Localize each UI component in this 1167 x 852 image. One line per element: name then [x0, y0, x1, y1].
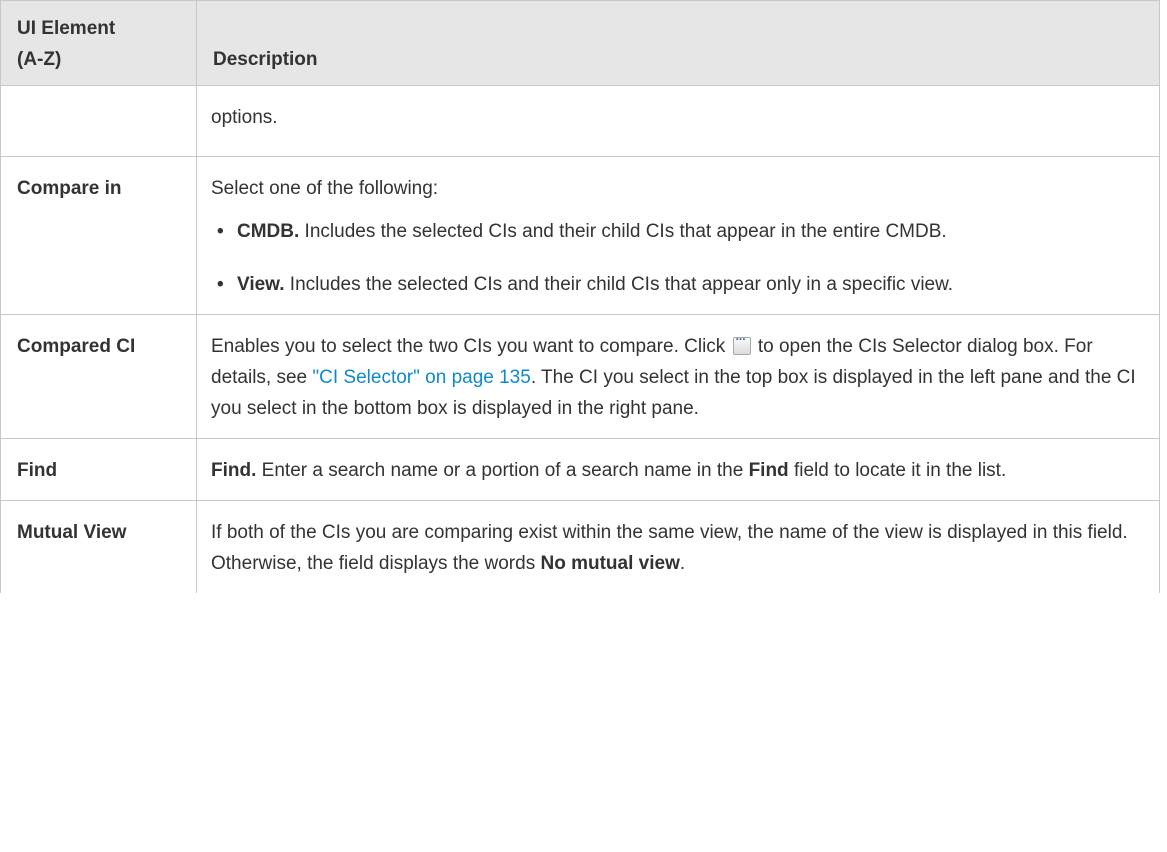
row-description: Enables you to select the two CIs you wa…: [196, 314, 1160, 439]
row-name-compare-in: Compare in: [0, 156, 197, 315]
list-item: • View. Includes the selected CIs and th…: [211, 269, 1145, 300]
bullet-icon: •: [217, 274, 224, 295]
table-row: Mutual View If both of the CIs you are c…: [0, 500, 1160, 593]
list-item: • CMDB. Includes the selected CIs and th…: [211, 216, 1145, 247]
table-row: Compare in Select one of the following: …: [0, 156, 1160, 315]
row-description: options.: [196, 85, 1160, 157]
ci-selector-link[interactable]: "CI Selector" on page 135: [312, 367, 530, 388]
option-text: Includes the selected CIs and their chil…: [299, 221, 947, 242]
bullet-icon: •: [217, 221, 224, 242]
ui-elements-table: UI Element (A-Z) Description options. Co…: [0, 0, 1160, 593]
row-description: Select one of the following: • CMDB. Inc…: [196, 156, 1160, 315]
table-row: Compared CI Enables you to select the tw…: [0, 314, 1160, 439]
option-list: • CMDB. Includes the selected CIs and th…: [211, 216, 1145, 300]
row-description: If both of the CIs you are comparing exi…: [196, 500, 1160, 593]
row-name-compared-ci: Compared CI: [0, 314, 197, 439]
option-text: Includes the selected CIs and their chil…: [284, 274, 954, 295]
row-name-empty: [0, 85, 197, 157]
row-name-find: Find: [0, 438, 197, 501]
table-row: options.: [0, 85, 1160, 157]
table-header-row: UI Element (A-Z) Description: [0, 0, 1160, 86]
row-name-mutual-view: Mutual View: [0, 500, 197, 593]
header-description: Description: [196, 0, 1160, 86]
row-description: Find. Enter a search name or a portion o…: [196, 438, 1160, 501]
compare-in-intro: Select one of the following:: [211, 178, 439, 199]
table-row: Find Find. Enter a search name or a port…: [0, 438, 1160, 501]
option-term: View.: [237, 274, 285, 295]
header-ui-element: UI Element (A-Z): [0, 0, 197, 86]
browse-ellipsis-icon: [732, 327, 751, 355]
option-term: CMDB.: [237, 221, 300, 242]
